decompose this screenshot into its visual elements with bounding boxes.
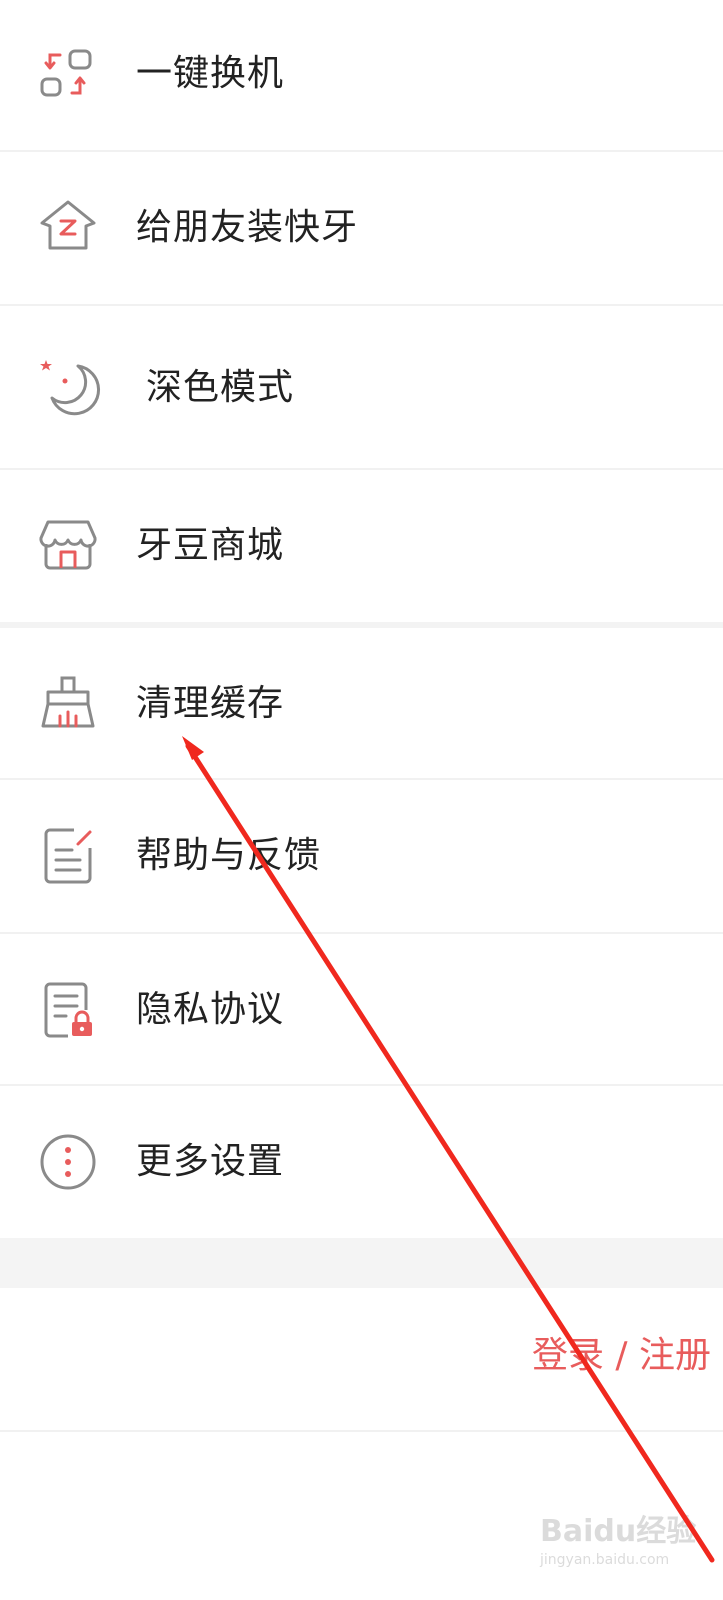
divider (0, 1430, 723, 1432)
house-share-icon (38, 196, 98, 256)
menu-item-label: 一键换机 (136, 53, 285, 94)
watermark-url: jingyan.baidu.com (540, 1552, 670, 1568)
watermark-brand: Baidu经验 (540, 1514, 697, 1549)
menu-item-dark-mode[interactable]: 深色模式 (0, 306, 723, 468)
menu-item-label: 更多设置 (136, 1141, 285, 1182)
menu-item-label: 牙豆商城 (136, 525, 285, 566)
moon-icon (38, 358, 100, 418)
broom-icon (38, 674, 98, 734)
baidu-jingyan-watermark: Baidu经验 jingyan.baidu.com (540, 1500, 710, 1580)
menu-item-more-settings[interactable]: 更多设置 (0, 1086, 723, 1238)
menu-item-phone-switch[interactable]: 一键换机 (0, 0, 723, 150)
menu-item-help-feedback[interactable]: 帮助与反馈 (0, 780, 723, 932)
more-icon (38, 1132, 98, 1192)
menu-item-label: 隐私协议 (136, 989, 285, 1030)
login-register-link[interactable]: 登录 / 注册 (532, 1338, 711, 1374)
section-spacer (0, 1238, 723, 1288)
feedback-icon (38, 826, 98, 886)
menu-item-label: 清理缓存 (136, 683, 285, 724)
store-icon (38, 516, 98, 576)
menu-item-label: 深色模式 (146, 367, 295, 408)
menu-item-label: 帮助与反馈 (136, 835, 322, 876)
privacy-document-icon (38, 980, 98, 1040)
phone-switch-icon (38, 45, 98, 105)
menu-item-store[interactable]: 牙豆商城 (0, 470, 723, 622)
menu-item-share-app[interactable]: 给朋友装快牙 (0, 152, 723, 304)
settings-screen: 一键换机 给朋友装快牙 深色模式 牙豆商城 清理缓存 帮助与反馈 隐私协议 更多… (0, 0, 723, 1600)
menu-item-clear-cache[interactable]: 清理缓存 (0, 628, 723, 778)
login-row: 登录 / 注册 (0, 1288, 723, 1430)
menu-item-label: 给朋友装快牙 (136, 207, 359, 248)
menu-item-privacy[interactable]: 隐私协议 (0, 934, 723, 1084)
